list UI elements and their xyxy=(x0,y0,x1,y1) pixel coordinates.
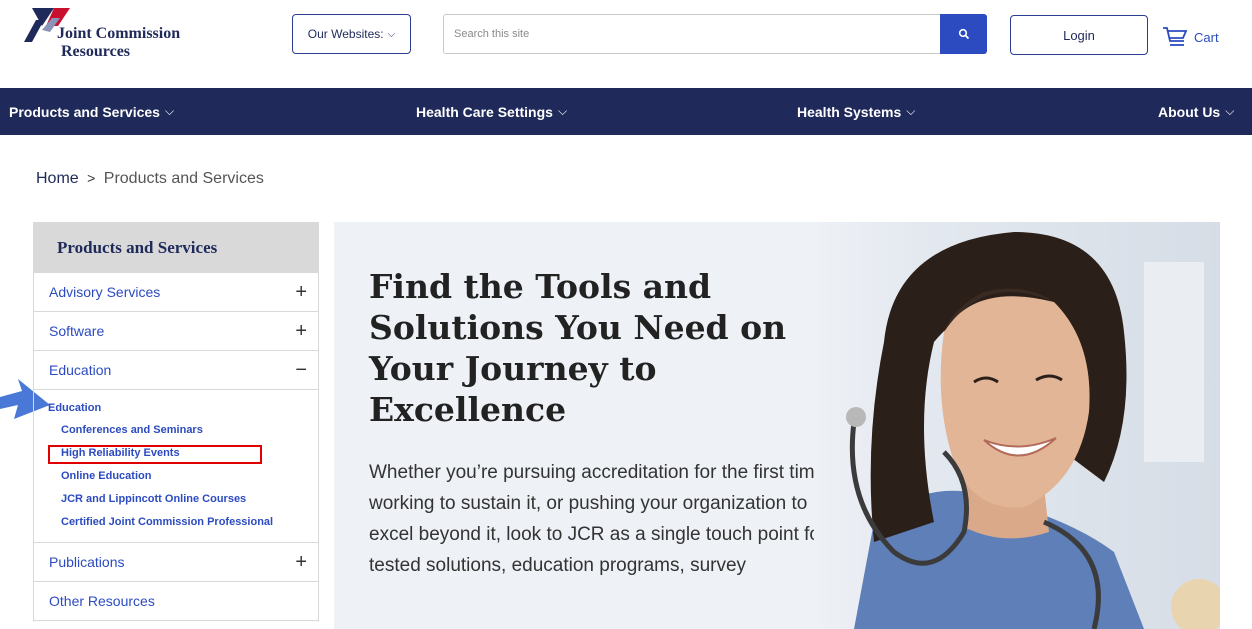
expand-plus-icon[interactable]: + xyxy=(295,321,307,341)
chevron-down-icon: ⌵ xyxy=(1225,104,1235,118)
products-sidebar: Products and Services Advisory Services … xyxy=(33,222,319,622)
breadcrumb-separator: > xyxy=(87,170,96,186)
submenu-title-education[interactable]: Education xyxy=(34,402,318,420)
logo-text: Joint Commission Resources xyxy=(57,25,180,61)
sidebar-item-advisory-services[interactable]: Advisory Services + xyxy=(34,273,318,312)
nav-health-care-settings[interactable]: Health Care Settings ⌵ xyxy=(416,88,567,135)
our-websites-dropdown[interactable]: Our Websites: ⌵ xyxy=(292,14,411,54)
sidebar-item-education[interactable]: Education − xyxy=(34,351,318,390)
submenu-item-jcr-lippincott-courses[interactable]: JCR and Lippincott Online Courses xyxy=(34,489,318,512)
cart-icon xyxy=(1163,27,1188,46)
jcr-logo[interactable]: Joint Commission Resources xyxy=(22,8,222,64)
sidebar-item-label: Advisory Services xyxy=(49,284,161,300)
nav-label: About Us xyxy=(1158,103,1221,120)
hero-body: Whether you’re pursuing accreditation fo… xyxy=(369,462,831,576)
submenu-item-certified-professional[interactable]: Certified Joint Commission Professional xyxy=(34,512,318,535)
hero-title: Find the Tools and Solutions You Need on… xyxy=(369,267,787,429)
chevron-down-icon: ⌵ xyxy=(387,28,396,40)
nav-label: Health Systems xyxy=(797,103,902,120)
search-input[interactable] xyxy=(443,14,941,54)
cart-label: Cart xyxy=(1194,29,1219,45)
sidebar-item-label: Publications xyxy=(49,554,125,570)
our-websites-label: Our Websites: xyxy=(307,27,384,41)
education-submenu: Education Conferences and Seminars High … xyxy=(34,390,318,543)
logo-line-2: Resources xyxy=(61,43,131,60)
breadcrumb-current: Products and Services xyxy=(103,170,264,187)
sidebar-item-label: Other Resources xyxy=(49,593,155,609)
sidebar-item-publications[interactable]: Publications + xyxy=(34,543,318,582)
nav-about-us[interactable]: About Us ⌵ xyxy=(1158,88,1234,135)
nav-products-and-services[interactable]: Products and Services ⌵ xyxy=(9,88,174,135)
sidebar-item-label: Software xyxy=(49,323,105,339)
chevron-down-icon: ⌵ xyxy=(557,104,568,118)
sidebar-item-label: Education xyxy=(49,362,112,378)
logo-line-1: Joint Commission xyxy=(57,25,181,42)
breadcrumb: Home > Products and Services xyxy=(36,170,264,188)
chevron-down-icon: ⌵ xyxy=(906,104,916,118)
sidebar-item-software[interactable]: Software + xyxy=(34,312,318,351)
sidebar-title: Products and Services xyxy=(34,223,318,273)
cart-link[interactable]: Cart xyxy=(1162,24,1219,50)
nav-label: Health Care Settings xyxy=(416,103,553,120)
highlight-annotation-box xyxy=(48,445,262,464)
expand-plus-icon[interactable]: + xyxy=(295,282,307,302)
chevron-down-icon: ⌵ xyxy=(164,104,175,118)
search-bar xyxy=(443,14,987,54)
breadcrumb-home-link[interactable]: Home xyxy=(36,170,79,187)
sidebar-item-other-resources[interactable]: Other Resources xyxy=(34,582,318,621)
nav-label: Products and Services xyxy=(9,103,160,120)
nurse-photo xyxy=(814,222,1220,629)
submenu-item-conferences[interactable]: Conferences and Seminars xyxy=(34,420,318,443)
submenu-item-online-education[interactable]: Online Education xyxy=(34,466,318,489)
collapse-minus-icon[interactable]: − xyxy=(295,360,307,380)
site-header: Joint Commission Resources Our Websites:… xyxy=(0,0,1252,88)
login-button[interactable]: Login xyxy=(1010,15,1148,55)
search-icon xyxy=(958,28,969,40)
expand-plus-icon[interactable]: + xyxy=(295,552,307,572)
main-nav: Products and Services ⌵ Health Care Setti… xyxy=(0,88,1252,135)
hero-banner: Find the Tools and Solutions You Need on… xyxy=(334,222,1220,629)
search-button[interactable] xyxy=(940,14,987,54)
nav-health-systems[interactable]: Health Systems ⌵ xyxy=(797,88,915,135)
login-label: Login xyxy=(1063,27,1095,43)
